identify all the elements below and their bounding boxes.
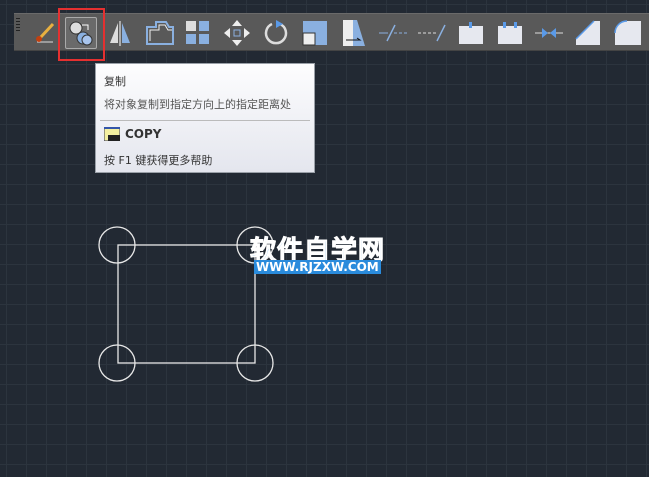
- modify-toolbar: [14, 13, 649, 51]
- tooltip-command: COPY: [125, 127, 162, 141]
- scale-icon: [302, 21, 327, 46]
- fillet-icon: [614, 20, 641, 45]
- tooltip-divider: [100, 120, 310, 121]
- watermark-url: WWW.RJZXW.COM: [254, 260, 381, 274]
- tooltip-help: 按 F1 键获得更多帮助: [104, 154, 213, 167]
- rotate-button[interactable]: [260, 17, 292, 49]
- break-at-point-button[interactable]: [455, 17, 487, 49]
- trim-icon: [379, 24, 407, 42]
- trim-button[interactable]: [377, 17, 409, 49]
- join-icon: [535, 28, 563, 38]
- toolbar-grip[interactable]: [16, 18, 20, 32]
- move-icon: [224, 20, 250, 46]
- scale-button[interactable]: [299, 17, 331, 49]
- rotate-icon: [264, 20, 288, 45]
- array-button[interactable]: [182, 17, 214, 49]
- copy-highlight-box: [58, 8, 105, 61]
- rectangle-shape[interactable]: [117, 244, 256, 364]
- mirror-button[interactable]: [104, 17, 136, 49]
- extend-icon: [418, 24, 446, 42]
- mirror-icon: [110, 21, 130, 46]
- chamfer-button[interactable]: [572, 17, 604, 49]
- match-properties-button[interactable]: [28, 17, 60, 49]
- chamfer-icon: [575, 20, 600, 45]
- break-button[interactable]: [494, 17, 526, 49]
- offset-icon: [146, 21, 174, 45]
- join-button[interactable]: [533, 17, 565, 49]
- tooltip-description: 将对象复制到指定方向上的指定距离处: [104, 98, 291, 111]
- break-at-point-icon: [459, 22, 483, 44]
- move-button[interactable]: [221, 17, 253, 49]
- extend-button[interactable]: [416, 17, 448, 49]
- stretch-button[interactable]: [338, 17, 370, 49]
- paintbrush-icon: [36, 22, 55, 43]
- stretch-icon: [343, 20, 365, 46]
- fillet-button[interactable]: [611, 17, 643, 49]
- command-icon: [104, 127, 120, 141]
- offset-button[interactable]: [143, 17, 175, 49]
- copy-tooltip: 复制 将对象复制到指定方向上的指定距离处 COPY 按 F1 键获得更多帮助: [95, 63, 315, 173]
- tooltip-title: 复制: [104, 75, 126, 88]
- array-icon: [186, 21, 209, 44]
- break-icon: [498, 22, 522, 44]
